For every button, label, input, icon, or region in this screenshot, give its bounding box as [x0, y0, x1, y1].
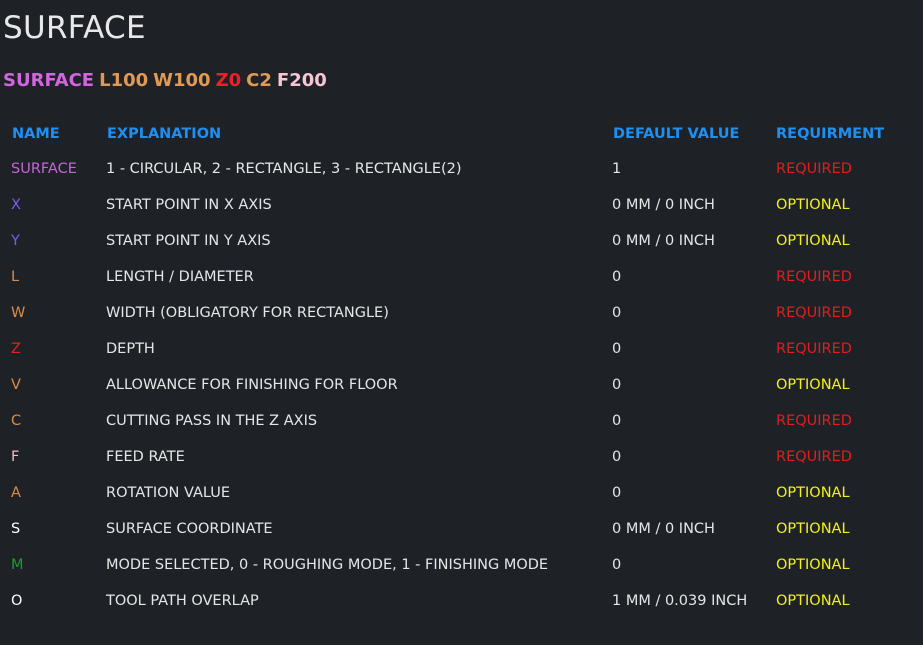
param-name: S	[11, 521, 21, 537]
param-name: F	[11, 449, 20, 465]
param-default-value: 0 MM / 0 INCH	[612, 197, 715, 213]
param-requirment: OPTIONAL	[776, 521, 850, 537]
param-default-value: 0	[612, 377, 622, 393]
param-requirment: OPTIONAL	[776, 377, 850, 393]
param-requirment: OPTIONAL	[776, 557, 850, 573]
command-example: SURFACE L100 W100 Z0 C2 F200	[3, 70, 332, 91]
page: SURFACE SURFACE L100 W100 Z0 C2 F200 NAME EXP…	[0, 0, 923, 645]
param-explanation: FEED RATE	[106, 449, 185, 465]
param-default-value: 0	[612, 305, 622, 321]
param-explanation: START POINT IN X AXIS	[106, 197, 272, 213]
param-name: X	[11, 197, 21, 213]
table-row: V ALLOWANCE FOR FINISHING FOR FLOOR 0 OPTIO…	[0, 367, 923, 403]
param-explanation: ROTATION VALUE	[106, 485, 231, 501]
param-requirment: OPTIONAL	[776, 593, 850, 609]
param-name: V	[11, 377, 21, 393]
command-token: L100	[99, 70, 149, 91]
table-row: M MODE SELECTED, 0 - ROUGHING MODE, 1 - F…	[0, 547, 923, 583]
param-name: L	[11, 269, 20, 285]
page-title: SURFACE	[3, 10, 146, 46]
param-requirment: REQUIRED	[776, 341, 852, 357]
table-header-row: NAME EXPLANATION DEFAULT VALUE REQUIRMEN…	[0, 117, 923, 151]
command-token: SURFACE	[3, 70, 95, 91]
header-explanation: EXPLANATION	[107, 126, 222, 142]
table-row: W WIDTH (OBLIGATORY FOR RECTANGLE) 0 REQUIR…	[0, 295, 923, 331]
param-default-value: 0	[612, 269, 622, 285]
param-default-value: 0	[612, 341, 622, 357]
param-name: C	[11, 413, 22, 429]
param-requirment: OPTIONAL	[776, 233, 850, 249]
param-default-value: 1	[612, 161, 622, 177]
param-explanation: MODE SELECTED, 0 - ROUGHING MODE, 1 - FI…	[106, 557, 549, 573]
param-requirment: REQUIRED	[776, 269, 852, 285]
param-explanation: TOOL PATH OVERLAP	[106, 593, 259, 609]
command-token: W100	[153, 70, 211, 91]
param-name: A	[11, 485, 21, 501]
table-row: SURFACE 1 - CIRCULAR, 2 - RECTANGLE, 3 - …	[0, 151, 923, 187]
param-default-value: 0 MM / 0 INCH	[612, 233, 715, 249]
param-name: Y	[11, 233, 20, 249]
param-requirment: REQUIRED	[776, 413, 852, 429]
param-requirment: OPTIONAL	[776, 485, 850, 501]
param-default-value: 0	[612, 557, 622, 573]
command-token: Z0	[215, 70, 242, 91]
param-explanation: START POINT IN Y AXIS	[106, 233, 271, 249]
param-explanation: LENGTH / DIAMETER	[106, 269, 254, 285]
param-default-value: 0	[612, 449, 622, 465]
param-name: O	[11, 593, 23, 609]
table-row: F FEED RATE 0 REQUIRED	[0, 439, 923, 475]
command-token: C2	[246, 70, 272, 91]
param-default-value: 0	[612, 485, 622, 501]
table-body: SURFACE 1 - CIRCULAR, 2 - RECTANGLE, 3 - …	[0, 151, 923, 619]
param-explanation: ALLOWANCE FOR FINISHING FOR FLOOR	[106, 377, 398, 393]
table-row: O TOOL PATH OVERLAP 1 MM / 0.039 INCH OPTIO…	[0, 583, 923, 619]
command-token: F200	[276, 70, 327, 91]
param-explanation: SURFACE COORDINATE	[106, 521, 273, 537]
param-requirment: OPTIONAL	[776, 197, 850, 213]
table-row: C CUTTING PASS IN THE Z AXIS 0 REQUIRED	[0, 403, 923, 439]
param-requirment: REQUIRED	[776, 161, 852, 177]
param-name: SURFACE	[11, 161, 77, 177]
param-explanation: DEPTH	[106, 341, 155, 357]
table-row: X START POINT IN X AXIS 0 MM / 0 INCH OPTIO…	[0, 187, 923, 223]
param-explanation: CUTTING PASS IN THE Z AXIS	[106, 413, 318, 429]
param-requirment: REQUIRED	[776, 305, 852, 321]
param-default-value: 0	[612, 413, 622, 429]
header-default-value: DEFAULT VALUE	[613, 126, 740, 142]
param-default-value: 0 MM / 0 INCH	[612, 521, 715, 537]
param-name: M	[11, 557, 24, 573]
parameter-table: NAME EXPLANATION DEFAULT VALUE REQUIRMEN…	[0, 117, 923, 619]
param-name: W	[11, 305, 26, 321]
table-row: A ROTATION VALUE 0 OPTIONAL	[0, 475, 923, 511]
table-row: L LENGTH / DIAMETER 0 REQUIRED	[0, 259, 923, 295]
table-row: S SURFACE COORDINATE 0 MM / 0 INCH OPTIONAL	[0, 511, 923, 547]
param-explanation: WIDTH (OBLIGATORY FOR RECTANGLE)	[106, 305, 389, 321]
table-row: Z DEPTH 0 REQUIRED	[0, 331, 923, 367]
header-requirment: REQUIRMENT	[776, 126, 885, 142]
table-row: Y START POINT IN Y AXIS 0 MM / 0 INCH OPTIO…	[0, 223, 923, 259]
param-name: Z	[11, 341, 21, 357]
param-default-value: 1 MM / 0.039 INCH	[612, 593, 748, 609]
param-explanation: 1 - CIRCULAR, 2 - RECTANGLE, 3 - RECTANG…	[106, 161, 462, 177]
param-requirment: REQUIRED	[776, 449, 852, 465]
header-name: NAME	[12, 126, 60, 142]
